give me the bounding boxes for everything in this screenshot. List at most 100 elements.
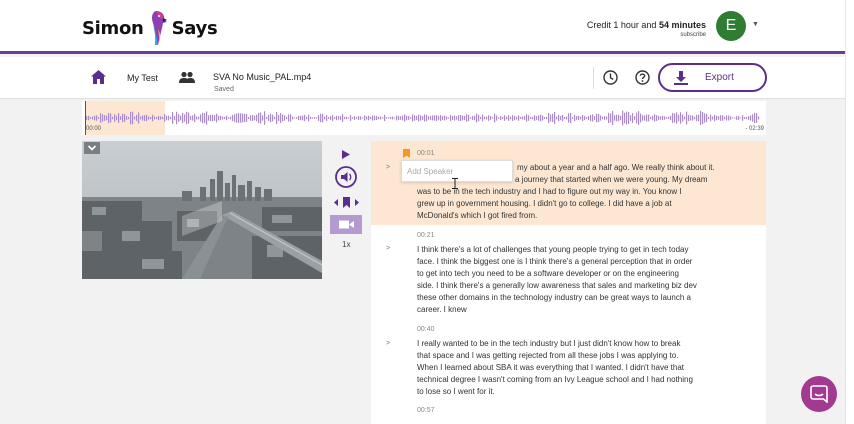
waveform-bar xyxy=(578,116,580,120)
team-icon[interactable] xyxy=(179,71,195,84)
waveform-bar xyxy=(186,111,188,125)
text-line: to lose so I went for it. xyxy=(417,387,495,396)
waveform-bar xyxy=(136,114,138,122)
waveform-bar xyxy=(282,114,284,122)
block-timestamp[interactable]: 00:01 xyxy=(417,150,435,157)
waveform-bar xyxy=(382,117,384,119)
block-timestamp[interactable]: 00:40 xyxy=(417,326,435,333)
volume-icon[interactable] xyxy=(335,166,357,188)
file-name[interactable]: SVA No Music_PAL.mp4 xyxy=(213,72,311,82)
audio-waveform[interactable]: 00:00 - 02:39 xyxy=(82,101,766,135)
collapse-video-chevron-icon[interactable] xyxy=(84,142,100,154)
waveform-bar xyxy=(164,114,166,122)
waveform-bar xyxy=(424,114,426,122)
waveform-bar xyxy=(102,114,104,122)
waveform-bar xyxy=(676,112,678,124)
export-button[interactable]: Export xyxy=(658,63,767,92)
page-scrollbar[interactable] xyxy=(845,0,854,424)
waveform-bar xyxy=(738,116,740,120)
waveform-bar xyxy=(724,116,726,120)
waveform-bar xyxy=(524,116,526,120)
waveform-bar xyxy=(388,117,390,119)
waveform-bar xyxy=(190,116,192,120)
block-timestamp[interactable]: 00:21 xyxy=(417,232,435,239)
expand-chevron-icon[interactable]: > xyxy=(386,245,390,252)
transcript-block[interactable]: 00:57 xyxy=(371,403,766,424)
waveform-end-time: - 02:39 xyxy=(745,126,764,132)
help-icon[interactable] xyxy=(635,70,650,85)
text-line: these other domains in the technology in… xyxy=(417,293,691,302)
waveform-bar xyxy=(606,116,608,120)
waveform-bar xyxy=(548,113,550,123)
chat-launcher-button[interactable] xyxy=(801,376,837,412)
bookmark-nav-icon[interactable] xyxy=(334,197,359,208)
waveform-bar xyxy=(440,115,442,121)
waveform-bar xyxy=(270,113,272,123)
bookmark-icon[interactable] xyxy=(403,149,410,158)
waveform-bar xyxy=(742,115,744,121)
account-menu-caret-icon[interactable]: ▼ xyxy=(752,21,759,28)
video-camera-toggle-icon[interactable] xyxy=(330,215,362,234)
block-text[interactable]: I think there's a lot of challenges that… xyxy=(417,244,747,316)
waveform-bar xyxy=(552,113,554,123)
waveform-bar xyxy=(168,115,170,121)
text-line: When I learned about SBA it was everythi… xyxy=(417,363,685,372)
waveform-bar xyxy=(654,114,656,122)
waveform-bar xyxy=(584,116,586,120)
waveform-bar xyxy=(686,111,688,125)
waveform-bar xyxy=(374,115,376,121)
waveform-bar xyxy=(500,116,502,120)
video-player[interactable] xyxy=(82,141,322,279)
text-line: side. I think there's a generally low aw… xyxy=(417,281,697,290)
waveform-bar xyxy=(120,116,122,120)
subscribe-link[interactable]: subscribe xyxy=(680,32,706,38)
waveform-bar xyxy=(156,116,158,120)
waveform-bar xyxy=(736,116,738,120)
waveform-bar xyxy=(448,117,450,119)
waveform-bar xyxy=(478,114,480,122)
expand-chevron-icon[interactable]: > xyxy=(386,164,390,171)
block-text[interactable]: I really wanted to be in the tech indust… xyxy=(417,338,747,398)
waveform-bar xyxy=(668,116,670,120)
waveform-bar xyxy=(560,115,562,121)
transcript-block[interactable]: 00:21 > I think there's a lot of challen… xyxy=(371,227,766,319)
waveform-bar xyxy=(406,115,408,121)
play-icon[interactable] xyxy=(342,150,350,159)
waveform-bar xyxy=(588,116,590,120)
transcript-block[interactable]: 00:01 > my about a year and a half ago. … xyxy=(371,141,766,225)
add-speaker-input[interactable] xyxy=(407,165,507,177)
waveform-bar xyxy=(412,114,414,122)
project-name[interactable]: My Test xyxy=(127,73,158,83)
expand-chevron-icon[interactable]: > xyxy=(386,340,390,347)
block-timestamp[interactable]: 00:57 xyxy=(417,407,435,414)
waveform-bar xyxy=(422,116,424,120)
text-line: was to be in the tech industry and I had… xyxy=(417,187,682,196)
waveform-bar xyxy=(86,116,88,120)
logo[interactable]: Simon Says xyxy=(82,8,218,48)
clock-icon[interactable] xyxy=(603,70,618,85)
waveform-bar xyxy=(238,113,240,123)
waveform-bar xyxy=(538,115,540,121)
waveform-bar xyxy=(462,115,464,121)
home-icon[interactable] xyxy=(91,70,106,84)
avatar[interactable]: E xyxy=(716,11,746,41)
waveform-bar xyxy=(112,116,114,120)
playback-speed[interactable]: 1x xyxy=(342,240,350,249)
waveform-bar xyxy=(530,117,532,119)
waveform-bar xyxy=(546,116,548,120)
waveform-bar xyxy=(298,115,300,121)
waveform-bar xyxy=(150,116,152,120)
waveform-bar xyxy=(132,111,134,125)
waveform-bar xyxy=(492,117,494,119)
waveform-bar xyxy=(334,117,336,119)
waveform-bar xyxy=(550,114,552,122)
waveform-bar xyxy=(468,114,470,122)
waveform-bar xyxy=(494,113,496,123)
waveform-bar xyxy=(194,113,196,123)
waveform-bar xyxy=(690,115,692,121)
transcript-panel[interactable]: 00:01 > my about a year and a half ago. … xyxy=(371,141,766,424)
transcript-block[interactable]: 00:40 > I really wanted to be in the tec… xyxy=(371,322,766,402)
waveform-bar xyxy=(162,116,164,120)
waveform-bar xyxy=(562,114,564,122)
credit-readout: Credit 1 hour and 54 minutes xyxy=(587,20,706,30)
